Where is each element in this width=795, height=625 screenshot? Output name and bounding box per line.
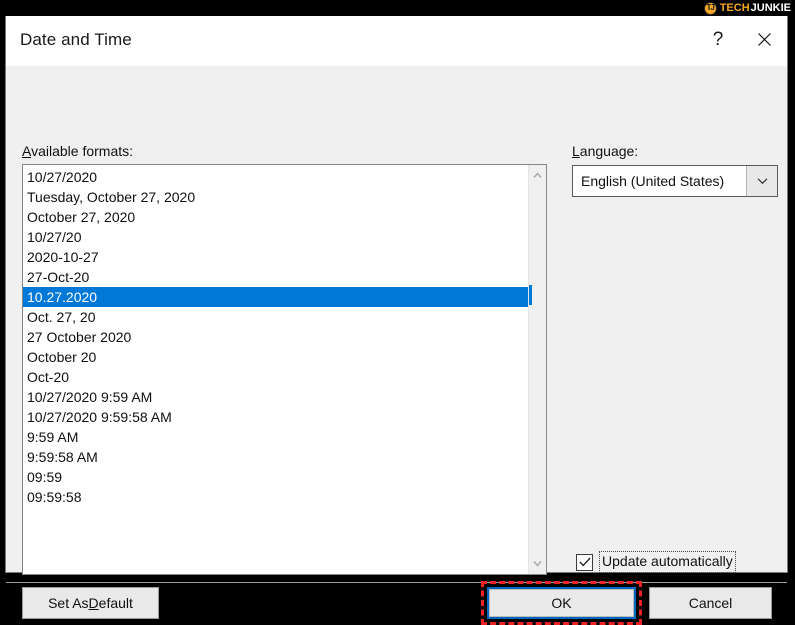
format-list-item[interactable]: Tuesday, October 27, 2020	[23, 187, 528, 207]
update-automatically-label-rest: pdate automatically	[612, 553, 733, 569]
watermark-brand-junkie: JUNKIE	[750, 1, 791, 14]
format-list-item[interactable]: 10.27.2020	[23, 287, 528, 307]
format-list-item[interactable]: 9:59 AM	[23, 427, 528, 447]
update-automatically-focus-rect: Update automatically	[599, 551, 736, 573]
scrollbar-down-arrow-icon[interactable]	[529, 555, 546, 572]
techjunkie-logo-icon: TJ	[703, 1, 717, 15]
format-list-item[interactable]: 9:59:58 AM	[23, 447, 528, 467]
language-accel: L	[572, 143, 580, 159]
language-label-rest: anguage:	[579, 143, 639, 159]
checkmark-icon	[578, 557, 591, 567]
update-automatically-row[interactable]: Update automatically	[574, 550, 738, 574]
format-list-item[interactable]: Oct-20	[23, 367, 528, 387]
format-list-item[interactable]: 27-Oct-20	[23, 267, 528, 287]
format-list-item[interactable]: 10/27/20	[23, 227, 528, 247]
format-list-item[interactable]: 27 October 2020	[23, 327, 528, 347]
watermark-strip	[0, 0, 795, 16]
ok-button[interactable]: OK	[487, 587, 636, 619]
format-list-item[interactable]: October 20	[23, 347, 528, 367]
format-list-item[interactable]: 09:59:58	[23, 487, 528, 507]
scrollbar-up-arrow-icon[interactable]	[529, 167, 546, 184]
cancel-button[interactable]: Cancel	[649, 587, 772, 619]
update-automatically-checkbox[interactable]	[576, 553, 593, 571]
format-list-item[interactable]: 10/27/2020	[23, 167, 528, 187]
chevron-down-icon[interactable]	[746, 166, 777, 196]
format-list-item[interactable]: October 27, 2020	[23, 207, 528, 227]
update-automatically-accel: U	[602, 553, 613, 569]
dialog-title: Date and Time	[20, 29, 132, 49]
formats-vertical-scrollbar[interactable]	[528, 165, 546, 574]
scrollbar-thumb[interactable]	[529, 285, 532, 305]
format-list-item[interactable]: Oct. 27, 20	[23, 307, 528, 327]
language-label: Language:	[572, 143, 638, 159]
format-list-item[interactable]: 10/27/2020 9:59:58 AM	[23, 407, 528, 427]
ok-button-label: OK	[551, 595, 572, 611]
available-formats-accel: A	[22, 143, 32, 159]
watermark-brand-tech: TECH	[719, 1, 750, 14]
techjunkie-watermark: TJ TECH JUNKIE	[703, 0, 791, 16]
available-formats-label: Available formats:	[22, 143, 133, 159]
format-list-item[interactable]: 09:59	[23, 467, 528, 487]
close-icon[interactable]	[741, 13, 787, 66]
available-formats-list[interactable]: 10/27/2020 Tuesday, October 27, 2020 Octob…	[23, 165, 528, 574]
update-automatically-label: Update automatically	[602, 553, 733, 569]
set-as-default-button[interactable]: Set As Default	[22, 587, 159, 619]
ok-button-inner: OK	[489, 589, 634, 617]
titlebar-buttons: ?	[695, 13, 787, 66]
date-and-time-dialog: Date and Time ? Available formats: Langu…	[5, 12, 788, 625]
set-as-default-label-post: efault	[98, 595, 133, 611]
available-formats-label-rest: vailable formats:	[31, 143, 134, 159]
language-selected-value: English (United States)	[581, 173, 725, 189]
format-list-item[interactable]: 2020-10-27	[23, 247, 528, 267]
help-icon[interactable]: ?	[695, 13, 741, 66]
set-as-default-label-pre: Set As	[48, 595, 89, 611]
dialog-titlebar: Date and Time ?	[6, 13, 787, 66]
language-select[interactable]: English (United States)	[572, 165, 778, 197]
cancel-button-label: Cancel	[688, 595, 733, 611]
dialog-body: Available formats: Language: 10/27/2020 T…	[6, 66, 787, 625]
set-as-default-accel: D	[88, 595, 99, 611]
footer-separator	[6, 582, 787, 583]
available-formats-listbox[interactable]: 10/27/2020 Tuesday, October 27, 2020 Octob…	[22, 164, 547, 575]
format-list-item[interactable]: 10/27/2020 9:59 AM	[23, 387, 528, 407]
